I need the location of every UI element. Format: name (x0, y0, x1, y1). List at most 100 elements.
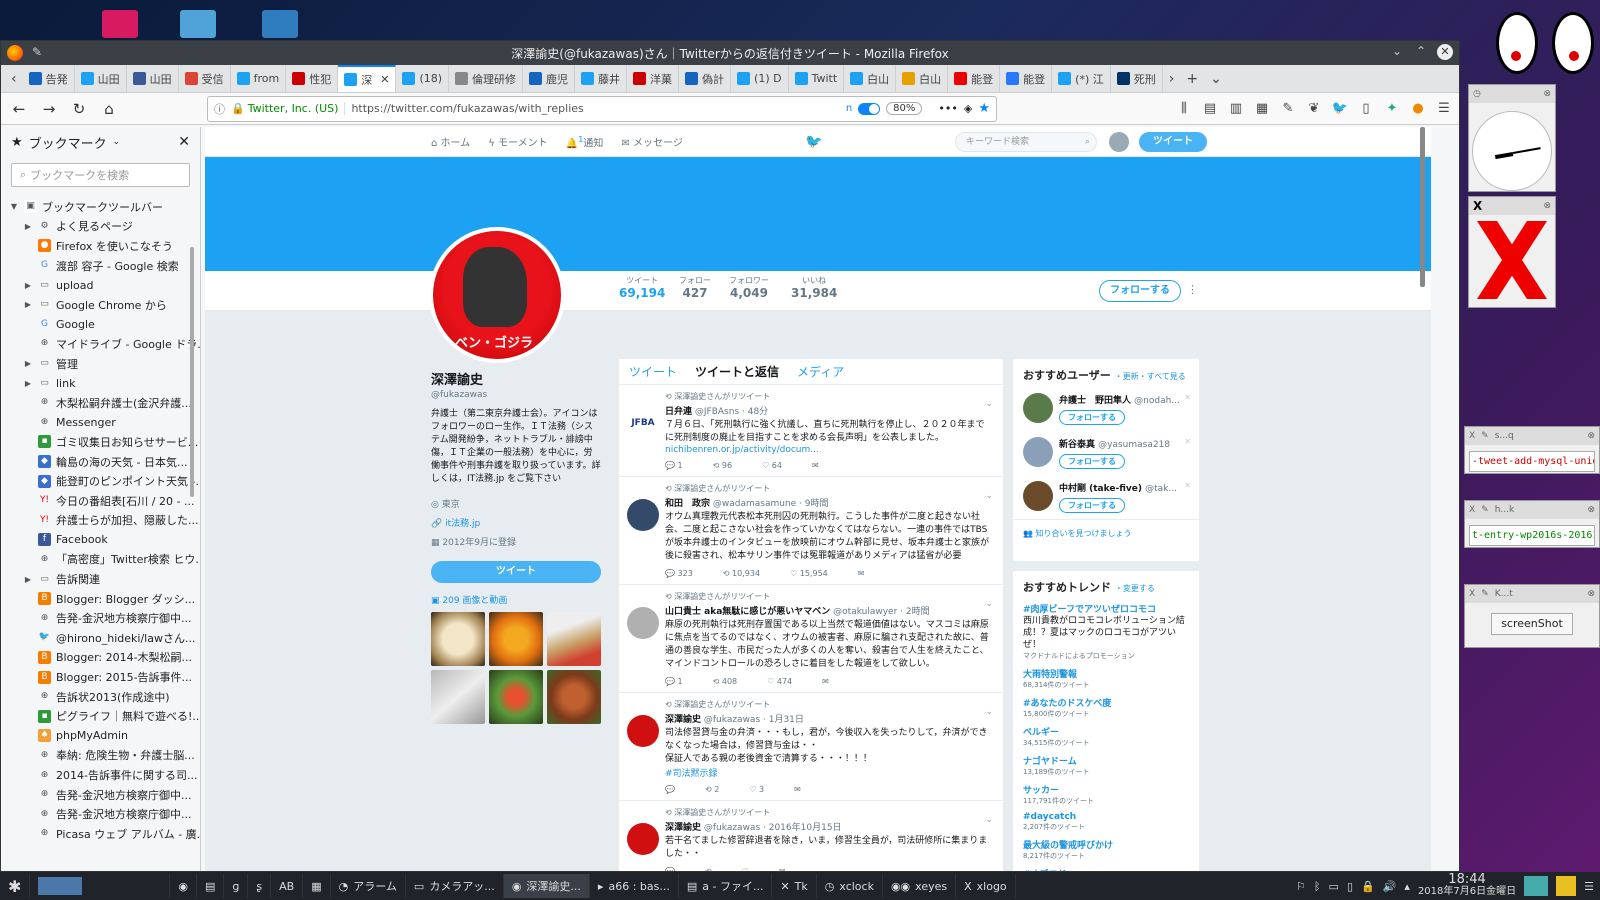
bookmark-item[interactable]: B Blogger: 2014-木梨松嗣... (1, 648, 200, 668)
tab-tweets-replies[interactable]: ツイートと返信 (695, 363, 779, 380)
terminal-text[interactable]: t-entry-wp2016s-201610 (1469, 525, 1595, 546)
terminal-window-1[interactable]: X ✎ s...q ⊗ -tweet-add-mysql-uniq.rb (1464, 426, 1600, 474)
tweet-link[interactable]: nichibenren.or.jp/activity/docum... (665, 445, 993, 455)
terminal-titlebar[interactable]: X ✎ h...k ⊗ (1465, 501, 1599, 519)
dismiss-icon[interactable]: ✕ (1184, 393, 1191, 402)
window-titlebar[interactable]: ✎ 深澤諭史(@fukazawas)さん｜Twitterからの返信付きツイート … (1, 41, 1459, 65)
bookmark-item[interactable]: B Blogger: Blogger ダッシ... (1, 589, 200, 609)
quicklaunch-terminal-icon[interactable]: ▦ (303, 874, 331, 898)
tweet-avatar[interactable] (627, 823, 659, 855)
new-tab-icon[interactable]: + (1180, 71, 1204, 87)
terminal-text[interactable]: -tweet-add-mysql-uniq.rb (1469, 451, 1595, 472)
like-button[interactable]: ♡ 474 (767, 677, 792, 686)
browser-tab[interactable]: 倫理研修 (449, 65, 524, 92)
minimize-icon[interactable]: ⌄ (1389, 44, 1405, 60)
tweet-avatar[interactable] (627, 607, 659, 639)
scroll-tabs-left-icon[interactable]: ‹ (5, 71, 23, 87)
tweet-header[interactable]: 山口貴士 aka無駄に感じが悪いヤマベン @otakulawyer · 2時間 (665, 604, 993, 617)
compose-tweet-button[interactable]: ツイート (1139, 131, 1207, 152)
bookmark-item[interactable]: ◆ 能登町のピンポイント天気 -... (1, 471, 200, 491)
quicklaunch-ab-icon[interactable]: AB (271, 874, 304, 898)
taskbar-item[interactable]: ▤ a - ファイ... (679, 874, 773, 898)
info-icon[interactable]: ⓘ (214, 101, 225, 117)
browser-tab[interactable]: (*) 江 (1052, 65, 1111, 92)
browser-tab[interactable]: 受信 (179, 65, 231, 92)
twisty-icon[interactable]: ▶ (23, 222, 33, 231)
taskbar-item[interactable]: ▸ a66 : bas... (590, 874, 679, 898)
close-icon[interactable]: ⊗ (1587, 589, 1595, 599)
evernote-icon[interactable]: ❦ (1305, 100, 1323, 118)
quicklaunch-file-icon[interactable]: ▤ (197, 874, 225, 898)
like-button[interactable]: ♡ 15,954 (790, 569, 828, 578)
close-icon[interactable]: ⊗ (1543, 89, 1551, 99)
zoom-level[interactable]: 80% (886, 102, 923, 115)
follow-suggested-button[interactable]: フォローする (1059, 410, 1125, 425)
dm-button[interactable]: ✉ (794, 785, 801, 794)
browser-tab[interactable]: 洋菓 (627, 65, 680, 92)
bookmark-item[interactable]: ⊕ 木梨松嗣弁護士(金沢弁護... (1, 393, 200, 413)
tweet-header[interactable]: 和田 政宗 @wadamasamune · 9時間 (665, 496, 993, 509)
trend-item[interactable]: ベルギー 34,515件のツイート (1013, 722, 1199, 751)
retweet-button[interactable]: ⟲ 408 (713, 677, 738, 686)
bookmark-item[interactable]: G 渡部 容子 - Google 検索 (1, 256, 200, 276)
twitter-icon[interactable]: 🐦 (1331, 100, 1349, 118)
bookmark-item[interactable]: 🐦 @hirono_hideki/lawさん... (1, 628, 200, 648)
taskbar-item[interactable]: ▭ カメラアッ... (406, 874, 504, 898)
screenshot-window[interactable]: X ✎ K...t ⊗ screenShot (1464, 584, 1600, 648)
bookmark-item[interactable]: ◆ 輪島の海の天気 - 日本気... (1, 452, 200, 472)
trend-item[interactable]: サッカー 117,791件のツイート (1013, 780, 1199, 809)
quicklaunch-g-icon[interactable]: ɡ (224, 874, 249, 898)
tweet-avatar[interactable] (627, 715, 659, 747)
screenshot-titlebar[interactable]: X ✎ K...t ⊗ (1465, 585, 1599, 603)
profile-website[interactable]: it法務.jp (445, 519, 480, 529)
pocket-icon[interactable]: ◈ (964, 102, 972, 115)
browser-tab[interactable]: (1) D (731, 65, 789, 92)
nav-notifications[interactable]: 🔔1通知 (566, 134, 604, 149)
browser-tab[interactable]: 鹿児 (523, 65, 576, 92)
profile-stat[interactable]: フォロワー 4,049 (729, 275, 769, 300)
tweet-avatar[interactable]: JFBA (627, 407, 659, 439)
profile-stat[interactable]: フォロー 427 (679, 275, 711, 300)
tweet[interactable]: ⟲ 深澤諭史さんがリツイート 深澤諭史 @fukazawas · 1月31日 司法修… (619, 693, 1003, 801)
reply-button[interactable]: 💬 (665, 785, 675, 794)
desktop-icon-home[interactable] (180, 10, 216, 38)
taskbar-item[interactable]: ◷ xclock (817, 874, 883, 898)
media-thumbnail[interactable] (489, 612, 543, 666)
chevron-down-icon[interactable]: ⌄ (985, 707, 993, 717)
nav-moments[interactable]: ϟ モーメント (488, 134, 547, 149)
chevron-down-icon[interactable]: ⌄ (985, 491, 993, 501)
bookmark-folder[interactable]: ▶ ▭ link (1, 373, 200, 393)
media-thumbnail[interactable] (431, 670, 485, 724)
page-actions-icon[interactable]: ••• (938, 102, 957, 115)
dismiss-icon[interactable]: ✕ (1184, 481, 1191, 490)
dm-button[interactable]: ✉ (858, 569, 865, 578)
taskbar-item[interactable]: ◉◉ xeyes (883, 874, 957, 898)
notes-icon[interactable] (1556, 876, 1577, 896)
close-tab-icon[interactable]: ✕ (380, 73, 389, 86)
taskbar-item[interactable]: ◔ アラーム (331, 874, 406, 898)
media-link[interactable]: ▣ 209 画像と動画 (431, 593, 601, 606)
bookmark-item[interactable]: ▪ ゴミ収集日お知らせサービ... (1, 432, 200, 452)
tweet-to-button[interactable]: ツイート (431, 561, 601, 583)
suggested-user[interactable]: 弁護士 野田隼人 @nodah... フォローする ✕ (1013, 387, 1199, 431)
trend-item[interactable]: #オブエド2,259件のツイート (1013, 864, 1199, 871)
chevron-down-icon[interactable]: ⌄ (113, 137, 121, 147)
twisty-icon[interactable]: ▶ (23, 300, 33, 309)
bookmark-folder[interactable]: ▶ ▭ 管理 (1, 354, 200, 374)
dm-button[interactable]: ✉ (812, 461, 819, 470)
browser-tab[interactable]: 山田 (75, 65, 127, 92)
bookmark-item[interactable]: ⊕ 2014-告訴事件に関する司... (1, 765, 200, 785)
bookmark-item[interactable]: ⊕ 「高密度」Twitter検索 ヒウ... (1, 550, 200, 570)
dm-button[interactable]: ✉ (822, 677, 829, 686)
retweet-button[interactable]: ⟲ 96 (713, 461, 732, 470)
lock-icon[interactable]: 🔒 (1361, 880, 1375, 893)
maximize-icon[interactable]: ⌃ (1413, 44, 1429, 60)
profile-icon[interactable]: ● (1409, 100, 1427, 118)
back-icon[interactable]: ← (7, 97, 31, 121)
bookmark-item[interactable]: ⊕ Picasa ウェブ アルバム - 廣... (1, 824, 200, 844)
bookmark-item[interactable]: ⊕ マイドライブ - Google ドラ... (1, 334, 200, 354)
bookmark-folder[interactable]: ▶ ▭ upload (1, 275, 200, 295)
find-friends-link[interactable]: 👥 知り合いを見つけましょう (1013, 519, 1199, 547)
sidebar-icon[interactable]: ▤ (1201, 100, 1219, 118)
browser-tab[interactable]: from (231, 65, 287, 92)
